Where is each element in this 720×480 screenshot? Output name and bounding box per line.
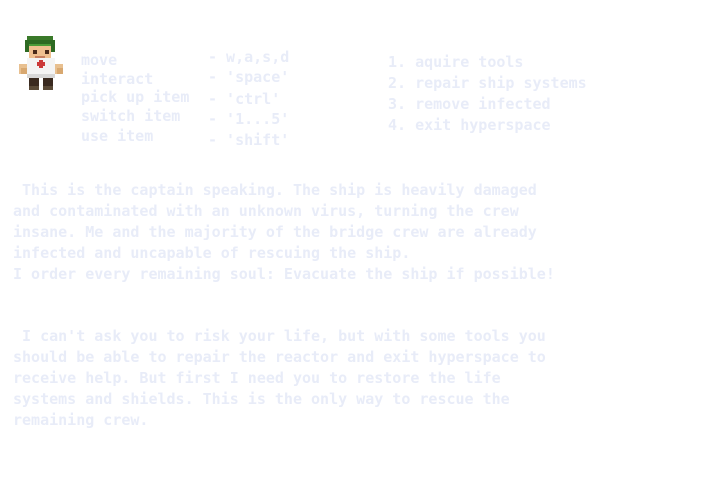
- message-line: I order every remaining soul: Evacuate t…: [13, 265, 555, 283]
- control-action-move: move: [81, 51, 118, 69]
- objective-item: 2. repair ship systems: [388, 74, 587, 92]
- control-key-use: - 'shift': [208, 131, 290, 149]
- control-action-interact: interact: [81, 70, 154, 88]
- control-action-switch: switch item: [81, 107, 181, 125]
- captain-sprite-icon: [19, 36, 63, 90]
- message-line: infected and uncapable of rescuing the s…: [13, 244, 411, 262]
- objective-item: 1. aquire tools: [388, 53, 524, 71]
- message-line: I can't ask you to risk your life, but w…: [13, 327, 546, 345]
- message-line: remaining crew.: [13, 411, 149, 429]
- control-action-pickup: pick up item: [81, 88, 190, 106]
- message-line: receive help. But first I need you to re…: [13, 369, 501, 387]
- control-key-move: - w,a,s,d: [208, 48, 290, 66]
- objective-item: 4. exit hyperspace: [388, 116, 551, 134]
- control-key-interact: - 'space': [208, 68, 290, 86]
- message-line: This is the captain speaking. The ship i…: [13, 181, 537, 199]
- message-line: should be able to repair the reactor and…: [13, 348, 546, 366]
- message-line: systems and shields. This is the only wa…: [13, 390, 510, 408]
- message-line: and contaminated with an unknown virus, …: [13, 202, 519, 220]
- control-action-use: use item: [81, 127, 154, 145]
- briefing-screen: move - w,a,s,d interact - 'space' pick u…: [0, 0, 720, 480]
- message-line: insane. Me and the majority of the bridg…: [13, 223, 537, 241]
- objective-item: 3. remove infected: [388, 95, 551, 113]
- control-key-switch: - '1...5': [208, 110, 290, 128]
- control-key-pickup: - 'ctrl': [208, 90, 281, 108]
